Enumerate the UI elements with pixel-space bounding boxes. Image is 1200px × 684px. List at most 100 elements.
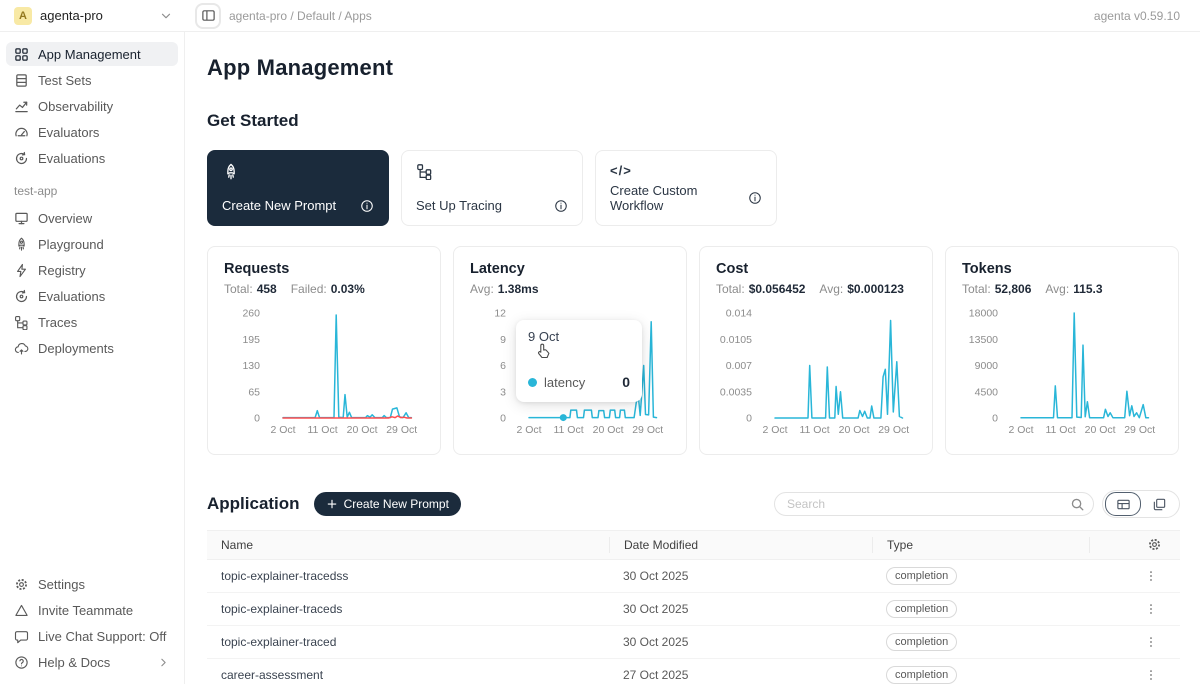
tree-icon — [416, 163, 433, 180]
sidebar-item-test-sets[interactable]: Test Sets — [6, 68, 178, 92]
dots-vertical-icon — [1144, 602, 1158, 616]
svg-text:2 Oct: 2 Oct — [762, 424, 787, 436]
grid-icon — [14, 47, 29, 62]
chart-stats: Total:52,806 Avg:115.3 — [962, 282, 1162, 296]
cost-card: Cost Total:$0.056452 Avg:$0.000123 00.00… — [699, 246, 933, 455]
svg-text:3: 3 — [500, 386, 506, 398]
tooltip-value: 0 — [622, 374, 630, 390]
code-icon: </> — [610, 163, 762, 178]
sidebar-item-label: Evaluations — [38, 151, 105, 166]
column-header-actions — [1089, 537, 1180, 553]
panel-left-icon — [201, 8, 216, 23]
sidebar-item-invite-teammate[interactable]: Invite Teammate — [6, 598, 178, 622]
sidebar-item-help-docs[interactable]: Help & Docs — [6, 650, 178, 674]
sidebar-item-evaluators[interactable]: Evaluators — [6, 120, 178, 144]
sidebar-item-evaluations-app[interactable]: Evaluations — [6, 284, 178, 308]
card-view-button[interactable] — [1141, 492, 1177, 516]
card-label: Set Up Tracing — [416, 198, 502, 213]
application-heading: Application — [207, 494, 300, 514]
row-menu-button[interactable] — [1089, 569, 1180, 583]
sidebar-item-deployments[interactable]: Deployments — [6, 336, 178, 360]
get-started-cards: Create New Prompt Set Up Tracing </> Cre… — [207, 150, 1180, 226]
svg-text:29 Oct: 29 Oct — [386, 424, 417, 436]
sidebar-footer: Settings Invite Teammate Live Chat Suppo… — [6, 572, 178, 676]
sidebar-item-app-management[interactable]: App Management — [6, 42, 178, 66]
svg-text:11 Oct: 11 Oct — [799, 424, 829, 436]
type-badge: completion — [886, 666, 957, 684]
info-icon[interactable] — [554, 199, 568, 213]
sidebar-toggle-button[interactable] — [195, 3, 221, 29]
chart-stats: Total:$0.056452 Avg:$0.000123 — [716, 282, 916, 296]
row-menu-button[interactable] — [1089, 635, 1180, 649]
type-badge: completion — [886, 600, 957, 618]
sidebar-item-live-chat[interactable]: Live Chat Support: Off — [6, 624, 178, 648]
zap-icon — [14, 263, 29, 278]
svg-text:65: 65 — [248, 386, 260, 398]
requests-chart[interactable]: 0651301952602 Oct11 Oct20 Oct29 Oct — [224, 302, 426, 442]
sidebar-item-observability[interactable]: Observability — [6, 94, 178, 118]
table-row[interactable]: topic-explainer-traceds 30 Oct 2025 comp… — [207, 593, 1180, 626]
column-header-name: Name — [207, 537, 609, 553]
search-icon[interactable] — [1070, 497, 1085, 512]
sidebar-item-evaluations[interactable]: Evaluations — [6, 146, 178, 170]
monitor-icon — [14, 211, 29, 226]
rows-icon — [14, 73, 29, 88]
breadcrumb[interactable]: agenta-pro / Default / Apps — [229, 9, 372, 23]
sidebar-item-label: Help & Docs — [38, 655, 110, 670]
dots-vertical-icon — [1144, 569, 1158, 583]
latency-card: Latency Avg:1.38ms 0369122 Oct11 Oct20 O… — [453, 246, 687, 455]
column-header-type: Type — [872, 537, 1089, 553]
dots-vertical-icon — [1144, 668, 1158, 682]
svg-text:12: 12 — [494, 308, 506, 320]
row-menu-button[interactable] — [1089, 602, 1180, 616]
sidebar-item-label: Traces — [38, 315, 77, 330]
set-up-tracing-card[interactable]: Set Up Tracing — [401, 150, 583, 226]
tokens-chart[interactable]: 04500900013500180002 Oct11 Oct20 Oct29 O… — [962, 302, 1164, 442]
workspace-selector[interactable]: A agenta-pro — [0, 7, 185, 25]
svg-text:0: 0 — [746, 413, 752, 425]
table-view-button[interactable] — [1105, 492, 1141, 516]
sidebar-item-overview[interactable]: Overview — [6, 206, 178, 230]
sidebar: App Management Test Sets Observability E… — [0, 32, 185, 684]
hand-cursor-icon — [534, 342, 554, 362]
sidebar-item-registry[interactable]: Registry — [6, 258, 178, 282]
tree-icon — [14, 315, 29, 330]
svg-text:2 Oct: 2 Oct — [1008, 424, 1033, 436]
sidebar-item-playground[interactable]: Playground — [6, 232, 178, 256]
chart-tooltip: 9 Oct latency 0 — [516, 320, 642, 402]
table-row[interactable]: topic-explainer-tracedss 30 Oct 2025 com… — [207, 560, 1180, 593]
create-new-prompt-card[interactable]: Create New Prompt — [207, 150, 389, 226]
metric-cards: Requests Total:458 Failed:0.03% 06513019… — [207, 246, 1180, 455]
svg-text:20 Oct: 20 Oct — [1085, 424, 1116, 436]
cost-chart[interactable]: 00.00350.0070.01050.0142 Oct11 Oct20 Oct… — [716, 302, 918, 442]
create-custom-workflow-card[interactable]: </> Create Custom Workflow — [595, 150, 777, 226]
tooltip-series: latency — [544, 375, 585, 390]
svg-text:0.0105: 0.0105 — [720, 334, 752, 346]
sidebar-item-label: Evaluators — [38, 125, 99, 140]
sidebar-item-label: Invite Teammate — [38, 603, 133, 618]
workspace-avatar: A — [14, 7, 32, 25]
gear-icon[interactable] — [1147, 537, 1162, 552]
sidebar-item-traces[interactable]: Traces — [6, 310, 178, 334]
info-icon[interactable] — [360, 199, 374, 213]
svg-text:9: 9 — [500, 334, 506, 346]
chart-title: Latency — [470, 261, 670, 277]
apps-table: Name Date Modified Type topic-explainer-… — [207, 530, 1180, 684]
table-row[interactable]: career-assessment 27 Oct 2025 completion — [207, 659, 1180, 684]
chart-stats: Total:458 Failed:0.03% — [224, 282, 424, 296]
app-date: 30 Oct 2025 — [609, 602, 872, 616]
svg-text:29 Oct: 29 Oct — [1124, 424, 1155, 436]
row-menu-button[interactable] — [1089, 668, 1180, 682]
svg-text:13500: 13500 — [969, 334, 998, 346]
info-icon[interactable] — [748, 191, 762, 205]
search-input[interactable] — [787, 497, 1070, 511]
triangle-icon — [14, 603, 29, 618]
sidebar-item-settings[interactable]: Settings — [6, 572, 178, 596]
svg-text:195: 195 — [242, 334, 260, 346]
table-row[interactable]: topic-explainer-traced 30 Oct 2025 compl… — [207, 626, 1180, 659]
get-started-heading: Get Started — [207, 111, 1200, 131]
card-label: Create New Prompt — [222, 198, 336, 213]
svg-text:260: 260 — [242, 308, 260, 320]
create-new-prompt-button[interactable]: Create New Prompt — [314, 492, 461, 516]
cloud-icon — [14, 341, 29, 356]
